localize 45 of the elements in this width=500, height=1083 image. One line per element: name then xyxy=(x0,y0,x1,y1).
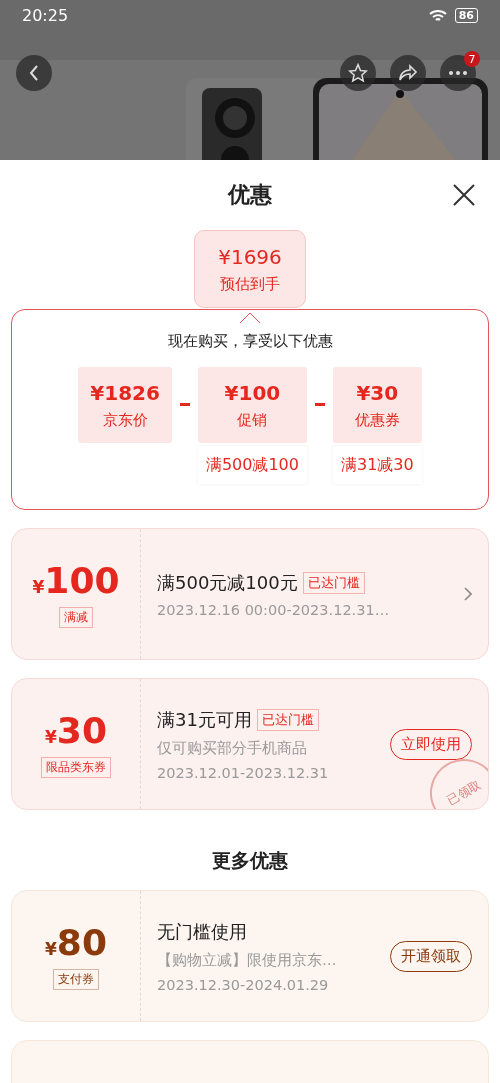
tile-amount: ¥100 xyxy=(224,380,281,405)
sheet-title: 优惠 xyxy=(228,181,272,209)
more-icon xyxy=(448,71,468,75)
tile-label: 促销 xyxy=(237,410,268,430)
share-icon xyxy=(398,64,418,82)
estimate-label: 预估到手 xyxy=(220,274,280,294)
threshold-tag: 已达门槛 xyxy=(256,708,319,731)
coupon-detail: 【购物立减】限使用京东… xyxy=(157,950,338,970)
coupon-title: 无门槛使用 xyxy=(157,919,247,944)
chevron-right-icon[interactable] xyxy=(464,587,472,601)
tile-amount: ¥1826 xyxy=(90,380,160,405)
coupon-type-tag: 限品类东券 xyxy=(41,757,111,778)
tile-label: 京东价 xyxy=(102,410,148,430)
breakdown-heading: 现在购买，享受以下优惠 xyxy=(167,332,333,351)
tile-condition: 满500减100 xyxy=(197,446,307,484)
coupon-type-tag: 支付券 xyxy=(53,969,99,990)
estimate-price: ¥1696 xyxy=(218,244,282,269)
minus-sign xyxy=(314,403,325,406)
coupon-detail: 仅可购买部分手机商品 xyxy=(157,738,308,758)
coupon-title: 满500元减100元 xyxy=(157,570,298,595)
bubble-pointer xyxy=(240,310,260,324)
minus-sign xyxy=(179,403,190,406)
coupon-card[interactable]: ¥80 支付券 无门槛使用 【购物立减】限使用京东… 2023.12.30-2024.01.29 开通领取 xyxy=(11,890,489,1022)
coupon-title: 满31元可用 xyxy=(157,707,252,732)
section-heading: 更多优惠 xyxy=(212,848,288,873)
battery-level: 86 xyxy=(454,8,478,23)
coupon-type-tag: 满减 xyxy=(59,607,93,628)
coupon-amount: ¥80 xyxy=(45,922,107,963)
wifi-icon xyxy=(428,8,447,23)
coupon-card[interactable]: ¥100 满减 满500元减100元 已达门槛 2023.12.16 00:00-2023.12.31… xyxy=(11,528,489,660)
tile-condition: 满31减30 xyxy=(332,446,422,484)
notification-badge: 7 xyxy=(464,51,480,67)
coupon-card[interactable]: ¥30 限品类东券 满31元可用 已达门槛 仅可购买部分手机商品 2023.12.01-2023.12.31 立即使用 已领取 xyxy=(11,678,489,810)
coupon-detail: 2023.12.30-2024.01.29 xyxy=(157,976,330,993)
close-icon[interactable] xyxy=(453,184,475,206)
status-time: 20:25 xyxy=(22,6,69,25)
star-icon xyxy=(348,63,368,83)
coupon-detail: 2023.12.16 00:00-2023.12.31… xyxy=(157,601,391,618)
coupon-amount: ¥100 xyxy=(32,560,120,601)
threshold-tag: 已达门槛 xyxy=(302,571,365,594)
coupon-detail: 2023.12.01-2023.12.31 xyxy=(157,764,330,781)
chevron-left-icon xyxy=(28,64,40,82)
tile-label: 优惠券 xyxy=(354,410,400,430)
tile-amount: ¥30 xyxy=(356,380,399,405)
coupon-amount: ¥30 xyxy=(45,710,107,751)
